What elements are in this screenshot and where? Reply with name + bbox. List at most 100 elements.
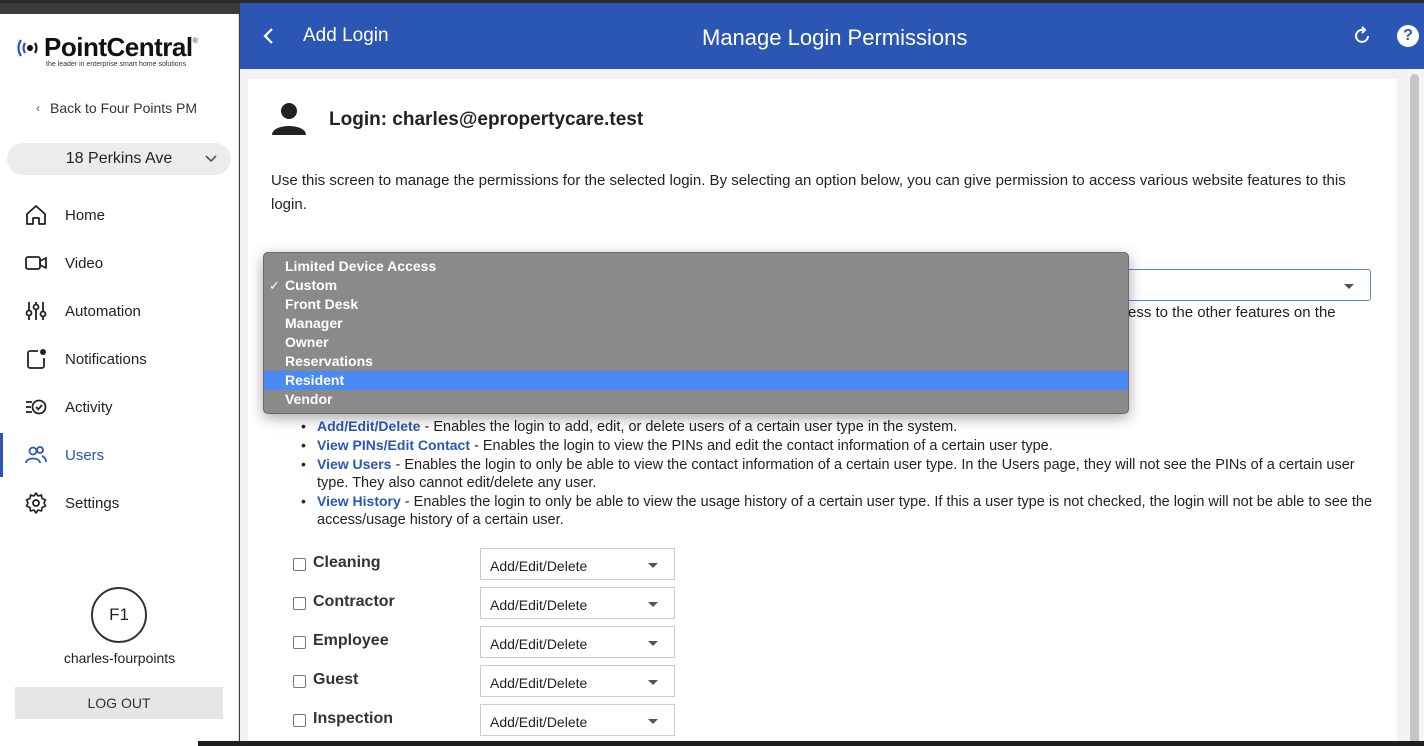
activity-icon: [26, 399, 47, 415]
permission-select[interactable]: Add/Edit/Delete: [480, 704, 675, 736]
caret-down-icon: [648, 680, 658, 685]
permission-select-value: Add/Edit/Delete: [490, 597, 588, 613]
sidebar-item-label: Home: [65, 206, 106, 224]
permission-select-value: Add/Edit/Delete: [490, 675, 588, 691]
permission-desc: - Enables the login to view the PINs and…: [470, 438, 1053, 454]
role-option-custom[interactable]: ✓ Custom: [264, 276, 1128, 295]
avatar[interactable]: F1: [91, 587, 147, 643]
sidebar-item-users[interactable]: Users: [0, 433, 239, 477]
user-type-row-guest: Guest Add/Edit/Delete: [293, 665, 683, 697]
user-type-checkbox[interactable]: [293, 558, 306, 571]
caret-down-icon: [648, 641, 658, 646]
sidebar-item-automation[interactable]: Automation: [0, 289, 239, 333]
user-type-label: Cleaning: [313, 554, 381, 571]
help-icon[interactable]: ?: [1397, 25, 1419, 47]
permission-term: View PINs/Edit Contact: [317, 437, 470, 453]
permission-select-value: Add/Edit/Delete: [490, 558, 588, 574]
role-option-label: Owner: [285, 334, 329, 350]
role-option-resident[interactable]: Resident: [264, 371, 1128, 390]
permission-select-value: Add/Edit/Delete: [490, 636, 588, 652]
sidebar-item-label: Activity: [65, 398, 113, 416]
scrollbar-thumb[interactable]: [1410, 74, 1419, 746]
role-option-label: Custom: [285, 277, 338, 293]
caret-down-icon: [648, 602, 658, 607]
permission-select[interactable]: Add/Edit/Delete: [480, 665, 675, 697]
user-type-checkbox[interactable]: [293, 714, 306, 727]
sliders-icon: [25, 302, 47, 320]
chevron-left-icon: ‹: [36, 101, 40, 115]
list-item: Add/Edit/Delete - Enables the login to a…: [299, 417, 1374, 436]
sidebar-item-label: Users: [65, 446, 105, 464]
gear-icon: [25, 492, 47, 514]
sidebar-item-settings[interactable]: Settings: [0, 481, 239, 525]
role-dropdown-menu: Limited Device Access ✓ Custom Front Des…: [263, 252, 1129, 414]
user-type-label: Contractor: [313, 593, 395, 610]
sidebar-item-activity[interactable]: Activity: [0, 385, 239, 429]
permission-term: View Users: [317, 456, 392, 472]
role-option-owner[interactable]: Owner: [264, 333, 1128, 352]
role-option-label: Limited Device Access: [285, 258, 437, 274]
sidebar-item-label: Automation: [65, 302, 141, 320]
role-description-text: ess to the other features on the: [1128, 304, 1336, 321]
role-option-label: Vendor: [285, 391, 333, 407]
sidebar-item-label: Notifications: [65, 350, 147, 368]
header-bar: Add Login Manage Login Permissions ?: [240, 3, 1424, 69]
list-item: View Users - Enables the login to only b…: [299, 455, 1374, 492]
caret-down-icon: [648, 563, 658, 568]
home-icon: [26, 205, 46, 225]
user-type-checkbox[interactable]: [293, 675, 306, 688]
user-icon: [272, 103, 306, 135]
user-type-row-contractor: Contractor Add/Edit/Delete: [293, 587, 683, 619]
permission-desc: - Enables the login to add, edit, or del…: [420, 419, 958, 435]
brand-logo[interactable]: PointCentral ® the leader in enterprise …: [16, 32, 226, 84]
sidebar-item-notifications[interactable]: Notifications: [0, 337, 239, 381]
role-option-reservations[interactable]: Reservations: [264, 352, 1128, 371]
back-to-account-link[interactable]: ‹ Back to Four Points PM: [36, 100, 197, 116]
list-item: View History - Enables the login to only…: [299, 492, 1374, 529]
user-type-row-employee: Employee Add/Edit/Delete: [293, 626, 683, 658]
chevron-down-icon: [205, 155, 217, 163]
role-option-manager[interactable]: Manager: [264, 314, 1128, 333]
window-bottom-edge: [198, 741, 1424, 746]
user-type-checkbox[interactable]: [293, 636, 306, 649]
brand-tagline: the leader in enterprise smart home solu…: [46, 61, 187, 68]
login-title: Login: charles@epropertycare.test: [329, 109, 644, 130]
permission-select-value: Add/Edit/Delete: [490, 714, 588, 730]
registered-mark: ®: [192, 38, 198, 45]
property-name: 18 Perkins Ave: [65, 150, 173, 167]
user-type-row-inspection: Inspection Add/Edit/Delete: [293, 704, 683, 736]
back-chevron-icon[interactable]: [262, 27, 276, 45]
notification-icon: [27, 349, 46, 369]
sidebar-item-video[interactable]: Video: [0, 241, 239, 285]
role-option-vendor[interactable]: Vendor: [264, 390, 1128, 409]
refresh-icon[interactable]: [1351, 25, 1373, 47]
app-window: PointCentral ® the leader in enterprise …: [0, 0, 1424, 746]
video-icon: [25, 256, 47, 270]
permission-definitions: Add/Edit/Delete - Enables the login to a…: [299, 417, 1374, 529]
role-option-limited-device-access[interactable]: Limited Device Access: [264, 257, 1128, 276]
role-option-front-desk[interactable]: Front Desk: [264, 295, 1128, 314]
permission-select[interactable]: Add/Edit/Delete: [480, 548, 675, 580]
users-icon: [25, 446, 47, 464]
signal-waves-icon: [17, 38, 38, 57]
brand-name: PointCentral: [44, 32, 193, 62]
sidebar: PointCentral ® the leader in enterprise …: [0, 14, 239, 746]
logout-button[interactable]: LOG OUT: [15, 687, 223, 719]
property-select[interactable]: 18 Perkins Ave: [7, 143, 231, 175]
user-type-checkbox[interactable]: [293, 597, 306, 610]
permission-select[interactable]: Add/Edit/Delete: [480, 626, 675, 658]
permission-term: Add/Edit/Delete: [317, 418, 421, 434]
checkmark-icon: ✓: [269, 278, 280, 293]
caret-down-icon: [1344, 284, 1354, 289]
role-option-label: Front Desk: [285, 296, 359, 312]
sidebar-item-label: Video: [65, 254, 104, 272]
add-login-link[interactable]: Add Login: [303, 25, 389, 47]
permission-select[interactable]: Add/Edit/Delete: [480, 587, 675, 619]
role-select[interactable]: [1120, 269, 1371, 301]
permission-term: View History: [317, 493, 401, 509]
permission-desc: - Enables the login to only be able to v…: [317, 494, 1373, 528]
caret-down-icon: [648, 719, 658, 724]
page-title: Manage Login Permissions: [702, 25, 968, 50]
user-type-label: Guest: [313, 671, 359, 688]
sidebar-item-home[interactable]: Home: [0, 193, 239, 237]
